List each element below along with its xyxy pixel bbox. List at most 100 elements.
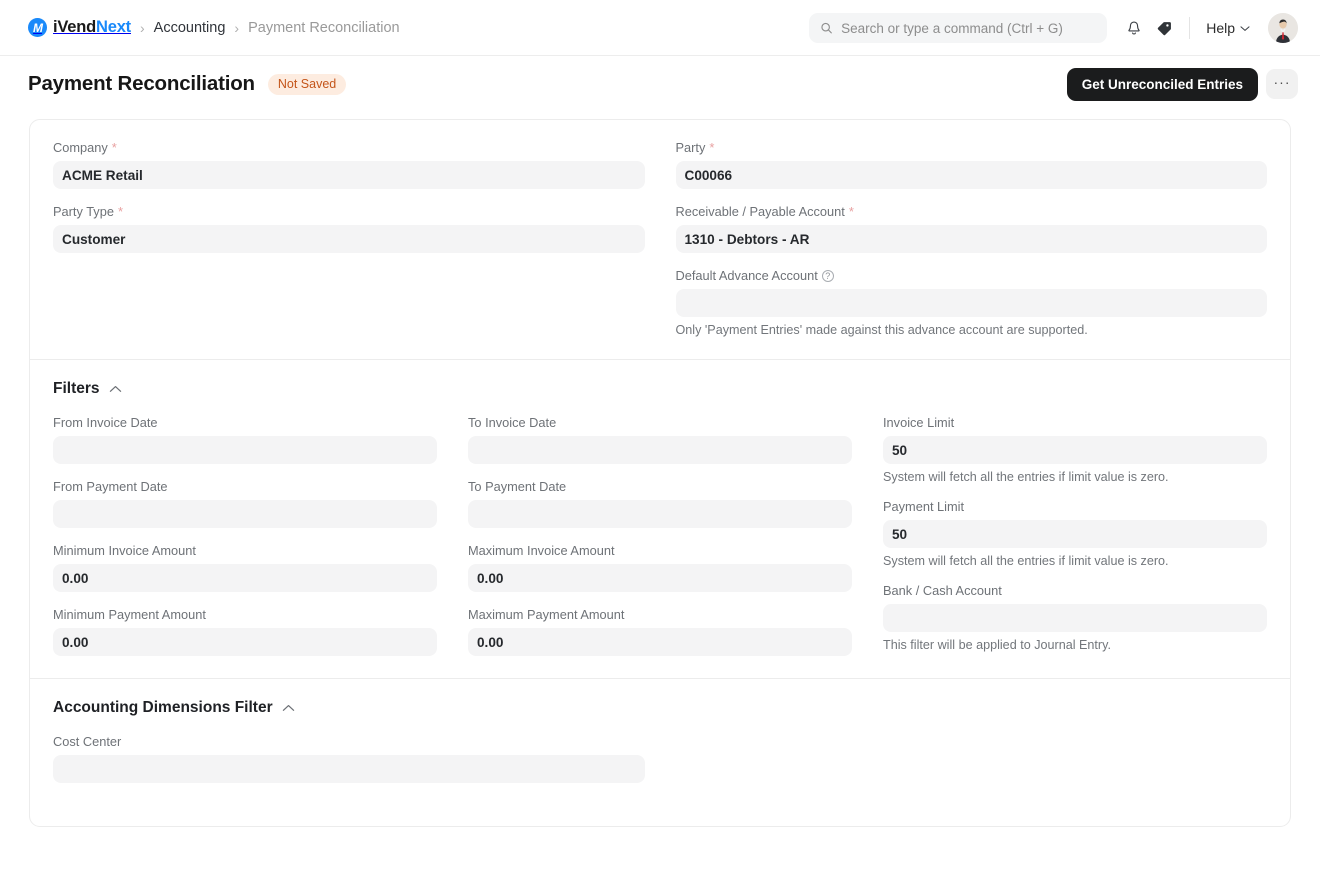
cost-center-label: Cost Center (53, 734, 122, 749)
details-right-column: Party * C00066 Receivable / Payable Acco… (675, 140, 1268, 337)
field-company: Company * ACME Retail (53, 140, 645, 189)
maximum-payment-amount-input[interactable]: 0.00 (468, 628, 852, 656)
field-default-advance-account: Default Advance Account ? Only 'Payment … (675, 268, 1268, 337)
tag-icon (1157, 21, 1171, 35)
from-payment-date-input[interactable] (53, 500, 437, 528)
party-type-input[interactable]: Customer (53, 225, 645, 253)
bell-icon (1128, 20, 1140, 35)
details-grid: Company * ACME Retail Party Type * Custo… (53, 140, 1267, 337)
to-invoice-date-label: To Invoice Date (468, 415, 557, 430)
required-asterisk: * (848, 204, 854, 219)
field-party-type: Party Type * Customer (53, 204, 645, 253)
avatar-image (1268, 13, 1298, 43)
brand-logo-link[interactable]: M iVendNext (28, 18, 131, 37)
brand-name: iVendNext (53, 18, 131, 37)
field-payment-limit: Payment Limit 50 System will fetch all t… (883, 499, 1267, 568)
cost-center-input[interactable] (53, 755, 645, 783)
field-invoice-limit: Invoice Limit 50 System will fetch all t… (883, 415, 1267, 484)
field-bank-cash-account: Bank / Cash Account This filter will be … (883, 583, 1267, 652)
chevron-down-icon (1240, 25, 1250, 31)
company-input[interactable]: ACME Retail (53, 161, 645, 189)
accounting-dimensions-right-spacer (676, 734, 1268, 798)
top-navbar: M iVendNext › Accounting › Payment Recon… (0, 0, 1320, 56)
field-receivable-payable-account: Receivable / Payable Account * 1310 - De… (675, 204, 1268, 253)
page-title: Payment Reconciliation (28, 72, 255, 95)
breadcrumb-separator-1: › (139, 19, 145, 36)
tags-button[interactable] (1149, 13, 1179, 43)
invoice-limit-label: Invoice Limit (883, 415, 955, 430)
minimum-invoice-amount-label: Minimum Invoice Amount (53, 543, 196, 558)
iv-logo-icon: M (28, 18, 47, 37)
filters-column-1: From Invoice Date From Payment Date Mini… (53, 415, 437, 656)
user-avatar[interactable] (1268, 13, 1298, 43)
more-options-button[interactable]: ··· (1266, 69, 1298, 99)
chevron-up-icon[interactable] (109, 385, 122, 393)
brand-name-part1: iVend (53, 18, 97, 36)
global-search[interactable] (809, 13, 1108, 43)
question-circle-icon[interactable]: ? (821, 269, 834, 282)
receivable-payable-account-label-row: Receivable / Payable Account * (676, 204, 1268, 219)
search-icon (821, 22, 833, 34)
filters-section-title: Filters (53, 380, 100, 397)
maximum-payment-amount-label: Maximum Payment Amount (468, 607, 625, 622)
invoice-limit-hint: System will fetch all the entries if lim… (883, 470, 1169, 484)
filters-column-3: Invoice Limit 50 System will fetch all t… (883, 415, 1267, 656)
payment-limit-input[interactable]: 50 (883, 520, 1267, 548)
navbar-right-group: Help (809, 0, 1298, 56)
default-advance-account-hint: Only 'Payment Entries' made against this… (675, 323, 1088, 337)
payment-limit-label: Payment Limit (883, 499, 965, 514)
field-to-payment-date: To Payment Date (468, 479, 852, 528)
field-to-invoice-date: To Invoice Date (468, 415, 852, 464)
field-from-invoice-date: From Invoice Date (53, 415, 437, 464)
field-party: Party * C00066 (675, 140, 1268, 189)
from-invoice-date-label: From Invoice Date (53, 415, 158, 430)
page-header-actions: Get Unreconciled Entries ··· (1066, 67, 1298, 101)
details-section: Company * ACME Retail Party Type * Custo… (30, 120, 1290, 359)
page-header: Payment Reconciliation Not Saved Get Unr… (0, 56, 1320, 112)
get-unreconciled-entries-button[interactable]: Get Unreconciled Entries (1066, 67, 1258, 101)
breadcrumb-item-payment-reconciliation: Payment Reconciliation (248, 19, 400, 36)
required-asterisk: * (111, 140, 117, 155)
to-invoice-date-input[interactable] (468, 436, 852, 464)
party-type-label: Party Type (53, 204, 114, 219)
party-label-row: Party * (676, 140, 1268, 155)
field-minimum-invoice-amount: Minimum Invoice Amount 0.00 (53, 543, 437, 592)
bank-cash-account-label: Bank / Cash Account (883, 583, 1002, 598)
required-asterisk: * (709, 140, 715, 155)
filters-grid: From Invoice Date From Payment Date Mini… (53, 415, 1267, 656)
field-minimum-payment-amount: Minimum Payment Amount 0.00 (53, 607, 437, 656)
field-from-payment-date: From Payment Date (53, 479, 437, 528)
default-advance-account-input[interactable] (675, 289, 1267, 317)
chevron-up-icon[interactable] (282, 704, 295, 712)
payment-limit-hint: System will fetch all the entries if lim… (883, 554, 1169, 568)
receivable-payable-account-input[interactable]: 1310 - Debtors - AR (675, 225, 1267, 253)
from-invoice-date-input[interactable] (53, 436, 437, 464)
notifications-button[interactable] (1119, 13, 1149, 43)
to-payment-date-input[interactable] (468, 500, 852, 528)
search-input[interactable] (841, 20, 1097, 36)
bank-cash-account-input[interactable] (883, 604, 1267, 632)
maximum-invoice-amount-input[interactable]: 0.00 (468, 564, 852, 592)
party-input[interactable]: C00066 (675, 161, 1267, 189)
accounting-dimensions-grid: Cost Center (53, 734, 1267, 798)
minimum-payment-amount-label: Minimum Payment Amount (53, 607, 206, 622)
status-badge: Not Saved (267, 73, 347, 95)
help-menu-button[interactable]: Help (1200, 16, 1256, 40)
to-payment-date-label: To Payment Date (468, 479, 567, 494)
minimum-payment-amount-input[interactable]: 0.00 (53, 628, 437, 656)
company-label-row: Company * (53, 140, 645, 155)
required-asterisk: * (117, 204, 123, 219)
breadcrumb-separator-2: › (234, 19, 240, 36)
filters-section-header[interactable]: Filters (53, 380, 122, 398)
accounting-dimensions-section: Accounting Dimensions Filter Cost Center (30, 678, 1290, 826)
receivable-payable-account-label: Receivable / Payable Account (675, 204, 845, 219)
invoice-limit-input[interactable]: 50 (883, 436, 1267, 464)
maximum-invoice-amount-label: Maximum Invoice Amount (468, 543, 615, 558)
accounting-dimensions-section-title: Accounting Dimensions Filter (53, 699, 273, 716)
navbar-divider (1189, 17, 1191, 39)
breadcrumb-item-accounting[interactable]: Accounting (154, 20, 226, 36)
party-label: Party (675, 140, 706, 155)
minimum-invoice-amount-input[interactable]: 0.00 (53, 564, 437, 592)
accounting-dimensions-section-header[interactable]: Accounting Dimensions Filter (53, 699, 295, 717)
default-advance-account-label-row: Default Advance Account ? (676, 268, 1268, 283)
